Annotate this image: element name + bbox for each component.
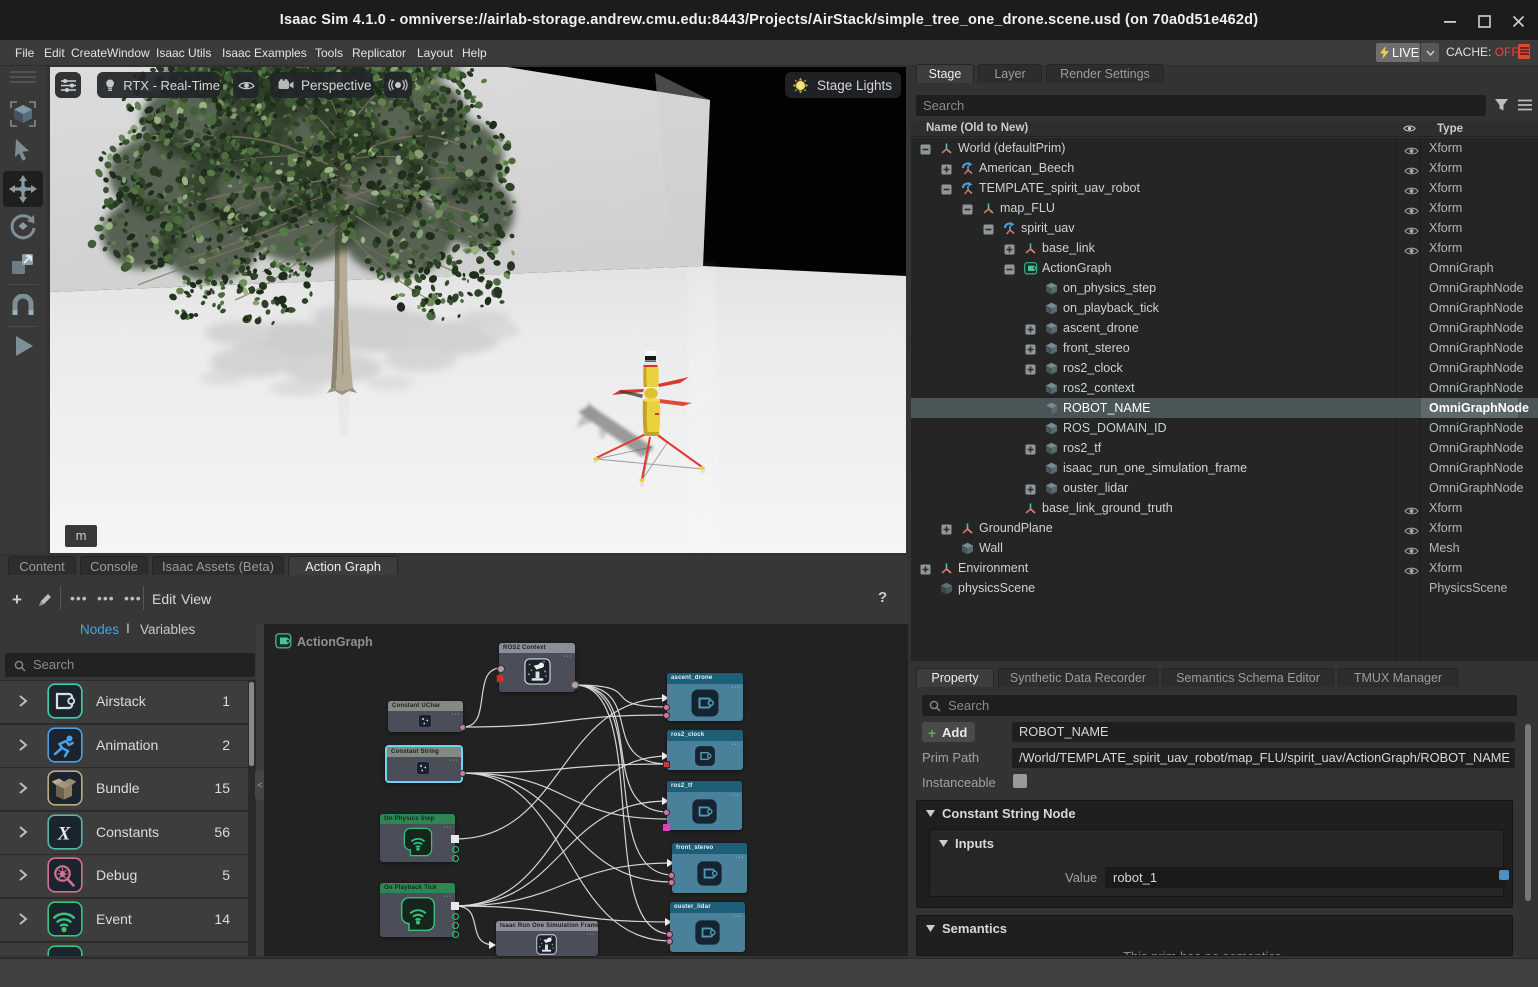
- svg-text:X: X: [57, 823, 72, 844]
